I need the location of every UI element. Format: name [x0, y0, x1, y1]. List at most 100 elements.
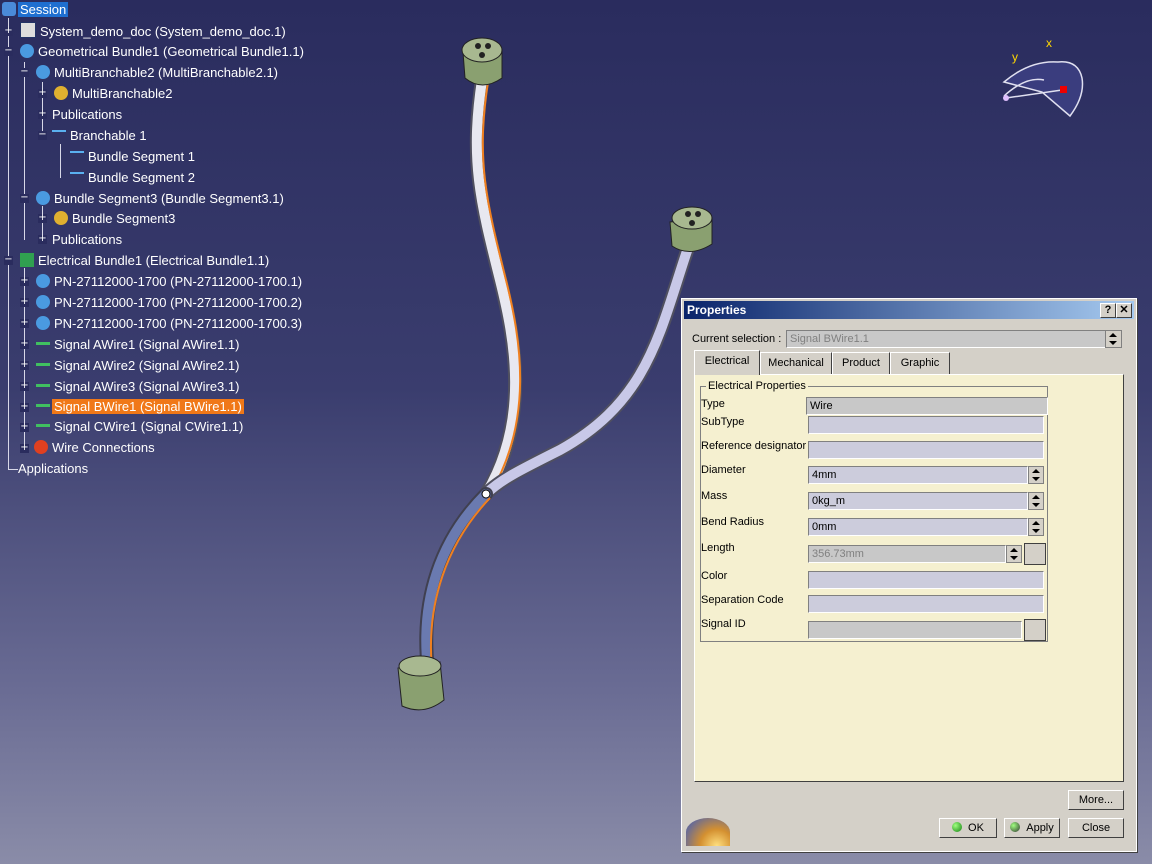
diameter-field[interactable]: 4mm [808, 466, 1028, 484]
bend-radius-field[interactable]: 0mm [808, 518, 1028, 536]
color-field[interactable] [808, 571, 1044, 589]
tree-item-publications-2[interactable]: Publications [50, 231, 124, 249]
expand-icon[interactable]: + [20, 422, 29, 432]
tree-item-pn-2[interactable]: PN-27112000-1700 (PN-27112000-1700.2) [36, 294, 304, 312]
connector-right[interactable] [669, 206, 713, 252]
tree-item-pn-1[interactable]: PN-27112000-1700 (PN-27112000-1700.1) [36, 273, 304, 291]
dialog-title: Properties [687, 303, 747, 317]
expand-icon[interactable]: + [38, 109, 47, 119]
collapse-icon[interactable]: − [20, 67, 29, 77]
tree-item-pn-3[interactable]: PN-27112000-1700 (PN-27112000-1700.3) [36, 315, 304, 333]
mass-field[interactable]: 0kg_m [808, 492, 1028, 510]
mass-stepper[interactable] [1028, 492, 1044, 510]
wire-connection-icon [34, 440, 48, 454]
expand-icon[interactable]: + [20, 297, 29, 307]
tree-item-session[interactable]: Session [2, 1, 69, 19]
expand-icon[interactable]: + [38, 213, 47, 223]
collapse-icon[interactable]: − [4, 46, 13, 56]
collapse-icon[interactable]: − [38, 130, 47, 140]
signal-id-field [808, 621, 1022, 639]
tree-item-multibranchable2-product[interactable]: MultiBranchable2 (MultiBranchable2.1) [36, 64, 280, 82]
separation-code-label: Separation Code [701, 594, 784, 606]
branch-icon [52, 130, 66, 142]
tree-item-applications[interactable]: Applications [16, 460, 90, 478]
tab-product[interactable]: Product [832, 352, 890, 374]
connector-bottom[interactable] [397, 655, 445, 711]
tab-electrical[interactable]: Electrical [694, 350, 760, 375]
expand-icon[interactable]: + [38, 88, 47, 98]
separation-code-field[interactable] [808, 595, 1044, 613]
tree-item-bundle-segment3-product[interactable]: Bundle Segment3 (Bundle Segment3.1) [36, 190, 286, 208]
dialog-title-bar[interactable]: Properties ? ✕ [684, 301, 1134, 319]
formula-icon[interactable] [1024, 543, 1046, 565]
tree-item-branchable-1[interactable]: Branchable 1 [52, 127, 149, 145]
ok-button[interactable]: OK [939, 818, 997, 838]
connector-icon [36, 295, 50, 309]
length-label: Length [701, 542, 735, 554]
expand-icon[interactable]: + [20, 360, 29, 370]
collapse-icon[interactable]: − [20, 193, 29, 203]
more-button[interactable]: More... [1068, 790, 1124, 810]
help-button[interactable]: ? [1100, 303, 1116, 318]
tree-item-signal-awire1[interactable]: Signal AWire1 (Signal AWire1.1) [36, 336, 241, 354]
tree-item-signal-cwire1[interactable]: Signal CWire1 (Signal CWire1.1) [36, 418, 245, 436]
length-stepper [1006, 545, 1022, 563]
bundle-icon [20, 44, 34, 58]
diameter-stepper[interactable] [1028, 466, 1044, 484]
connector-top[interactable] [461, 37, 503, 86]
group-label: Electrical Properties [706, 380, 808, 392]
apply-icon [1010, 822, 1021, 832]
expand-icon[interactable]: + [4, 26, 13, 36]
specification-tree[interactable]: Session + System_demo_doc (System_demo_d… [0, 0, 380, 480]
expand-icon[interactable]: + [20, 443, 29, 453]
reference-designator-field[interactable] [808, 441, 1044, 459]
tree-item-bundle-segment3[interactable]: Bundle Segment3 [54, 210, 177, 228]
collapse-icon[interactable]: − [4, 255, 13, 265]
expand-icon[interactable]: + [20, 318, 29, 328]
type-label: Type [701, 398, 725, 410]
segment-icon [70, 172, 84, 184]
current-selection-combo[interactable]: Signal BWire1.1 [786, 330, 1122, 348]
expand-icon[interactable]: + [38, 234, 47, 244]
expand-icon[interactable]: + [20, 381, 29, 391]
compass-widget[interactable] [1002, 61, 1084, 118]
tree-item-signal-bwire1[interactable]: Signal BWire1 (Signal BWire1.1) [36, 398, 244, 416]
bend-radius-label: Bend Radius [701, 516, 764, 528]
length-field: 356.73mm [808, 545, 1006, 563]
tree-item-system-demo-doc[interactable]: System_demo_doc (System_demo_doc.1) [20, 22, 288, 40]
product-icon [36, 191, 50, 205]
tree-item-publications[interactable]: Publications [50, 106, 124, 124]
tab-mechanical[interactable]: Mechanical [760, 352, 832, 374]
ok-icon [952, 822, 963, 832]
expand-icon[interactable]: + [20, 339, 29, 349]
tree-item-geometrical-bundle1[interactable]: Geometrical Bundle1 (Geometrical Bundle1… [20, 43, 306, 61]
product-icon [36, 65, 50, 79]
expand-icon[interactable]: + [20, 402, 29, 412]
tree-item-bundle-segment-1[interactable]: Bundle Segment 1 [70, 148, 197, 166]
bend-radius-stepper[interactable] [1028, 518, 1044, 536]
connector-icon [36, 274, 50, 288]
subtype-label: SubType [701, 416, 745, 428]
tree-item-signal-awire3[interactable]: Signal AWire3 (Signal AWire3.1) [36, 378, 241, 396]
apply-button[interactable]: Apply [1004, 818, 1060, 838]
mass-label: Mass [701, 490, 728, 502]
close-icon[interactable]: ✕ [1116, 303, 1132, 318]
expand-icon[interactable]: + [20, 276, 29, 286]
close-button[interactable]: Close [1068, 818, 1124, 838]
tree-item-multibranchable2[interactable]: MultiBranchable2 [54, 85, 174, 103]
tree-item-signal-awire2[interactable]: Signal AWire2 (Signal AWire2.1) [36, 357, 241, 375]
tree-item-bundle-segment-2[interactable]: Bundle Segment 2 [70, 169, 197, 187]
wire-icon [36, 342, 50, 351]
tree-item-electrical-bundle1[interactable]: Electrical Bundle1 (Electrical Bundle1.1… [20, 252, 271, 270]
check-icon [20, 253, 34, 267]
tab-graphic[interactable]: Graphic [890, 352, 950, 374]
chevron-down-icon[interactable] [1105, 330, 1122, 348]
tree-item-wire-connections[interactable]: Wire Connections [34, 439, 157, 457]
subtype-field[interactable] [808, 416, 1044, 434]
wire-icon [36, 424, 50, 433]
color-label: Color [701, 570, 728, 582]
segment-icon [70, 151, 84, 163]
formula-icon[interactable] [1024, 619, 1046, 641]
compass-y-label: y [1012, 50, 1018, 64]
wire-icon [36, 404, 50, 413]
